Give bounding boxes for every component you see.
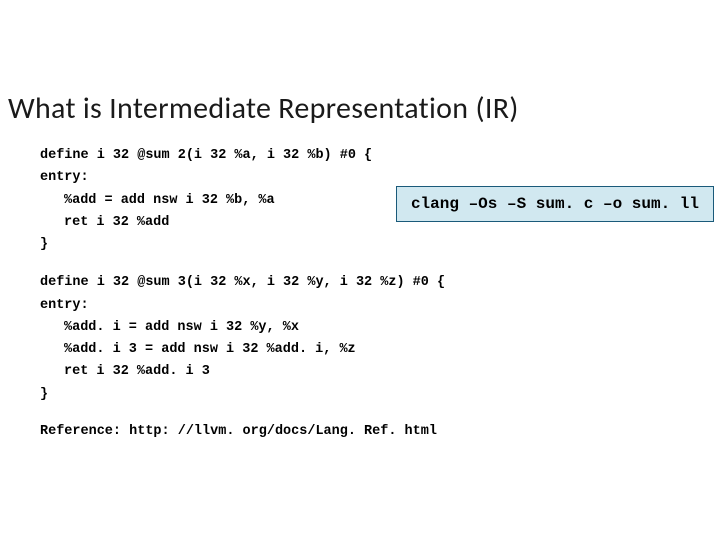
code-line: ret i 32 %add. i 3: [40, 361, 720, 383]
code-line: }: [40, 234, 720, 256]
code-line: }: [40, 384, 720, 406]
command-box: clang –Os –S sum. c –o sum. ll: [396, 186, 714, 222]
reference-text: Reference: http: //llvm. org/docs/Lang. …: [0, 406, 720, 439]
slide-title: What is Intermediate Representation (IR): [0, 0, 720, 127]
code-line: %add. i = add nsw i 32 %y, %x: [40, 317, 720, 339]
code-area: clang –Os –S sum. c –o sum. ll define i …: [0, 127, 720, 406]
code-line: define i 32 @sum 2(i 32 %a, i 32 %b) #0 …: [40, 145, 720, 167]
code-line: %add. i 3 = add nsw i 32 %add. i, %z: [40, 339, 720, 361]
slide-container: What is Intermediate Representation (IR)…: [0, 0, 720, 540]
code-line: define i 32 @sum 3(i 32 %x, i 32 %y, i 3…: [40, 272, 720, 294]
code-block-2: define i 32 @sum 3(i 32 %x, i 32 %y, i 3…: [40, 272, 720, 406]
code-line: entry:: [40, 295, 720, 317]
